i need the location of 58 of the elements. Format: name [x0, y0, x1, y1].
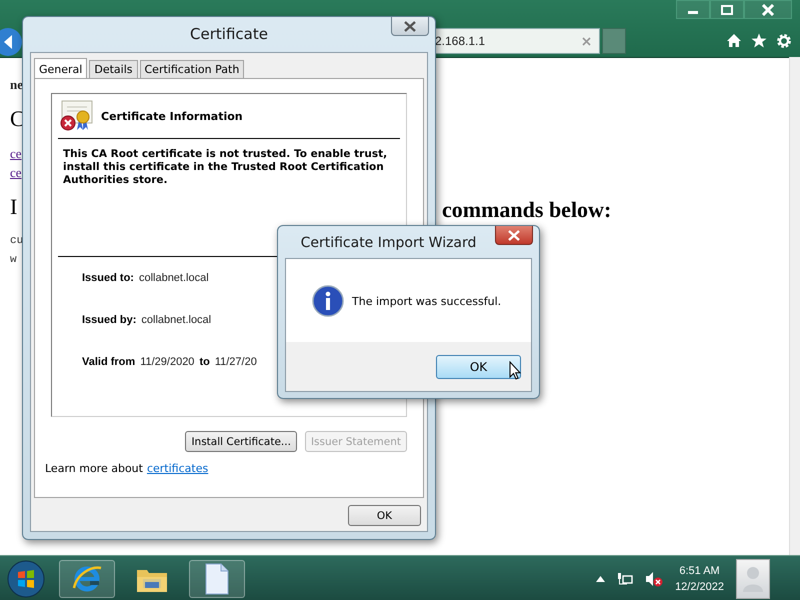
close-button[interactable]: [744, 0, 792, 19]
field-value: collabnet.local: [138, 272, 209, 284]
network-icon[interactable]: [617, 572, 634, 586]
start-button[interactable]: [7, 560, 45, 598]
close-button[interactable]: [391, 17, 429, 36]
user-tile[interactable]: [736, 558, 770, 598]
learn-more-text: Learn more about: [45, 462, 143, 475]
minimize-icon: [688, 11, 698, 14]
success-message: The import was successful.: [352, 294, 502, 308]
field-label: Issued to:: [82, 272, 134, 284]
close-button[interactable]: [495, 226, 533, 245]
window-title: Certificate Import Wizard: [300, 234, 476, 250]
taskbar-browser-button[interactable]: [59, 560, 115, 598]
dialog-tab[interactable]: General: [34, 58, 88, 79]
page-text: w: [10, 253, 17, 268]
page-link[interactable]: ce: [10, 163, 22, 182]
field-label: to: [199, 356, 210, 368]
field-value: 11/29/2020: [140, 356, 194, 368]
page-heading: I: [10, 193, 18, 221]
mouse-pointer-icon: [509, 361, 521, 380]
field-label: Valid from: [82, 356, 136, 368]
back-button[interactable]: [0, 28, 24, 56]
maximize-button[interactable]: [710, 0, 744, 19]
taskbar-document-button[interactable]: [189, 560, 245, 598]
favorites-star-icon[interactable]: [751, 33, 767, 48]
close-icon: [761, 4, 775, 16]
section-heading: Certificate Information: [101, 110, 243, 122]
dialog-tab[interactable]: Certification Path: [140, 60, 244, 78]
home-icon[interactable]: [726, 33, 742, 48]
close-icon: [507, 230, 521, 240]
page-link[interactable]: ce: [10, 144, 22, 163]
document-icon: [204, 562, 230, 594]
volume-muted-icon[interactable]: [645, 570, 664, 586]
show-hidden-icons-button[interactable]: [596, 576, 606, 582]
window-title: Certificate: [190, 24, 268, 42]
field-value: 11/27/20: [214, 356, 257, 368]
page-heading: commands below:: [442, 197, 612, 223]
close-tab-icon[interactable]: [582, 36, 591, 46]
clock[interactable]: 6:51 AM 12/2/2022: [675, 562, 724, 594]
browser-icon: [71, 564, 103, 594]
user-icon: [742, 564, 764, 592]
scrollbar[interactable]: [789, 57, 800, 555]
install-certificate-button[interactable]: Install Certificate...: [185, 431, 297, 452]
information-icon: [312, 285, 344, 317]
clock-date: 12/2/2022: [675, 580, 724, 594]
close-icon: [403, 20, 417, 32]
maximize-icon: [721, 4, 733, 14]
certificates-link[interactable]: certificates: [146, 462, 208, 475]
minimize-button[interactable]: [676, 0, 710, 19]
settings-icon[interactable]: [776, 33, 792, 49]
field-value: collabnet.local: [141, 314, 212, 326]
ok-button[interactable]: OK: [348, 505, 421, 526]
field-label: Issued by:: [82, 314, 136, 326]
clock-time: 6:51 AM: [679, 564, 720, 578]
dialog-tab[interactable]: Details: [89, 60, 138, 78]
page-text: ne: [10, 76, 23, 94]
certificate-error-icon: [59, 100, 93, 132]
ok-button[interactable]: OK: [436, 354, 521, 378]
